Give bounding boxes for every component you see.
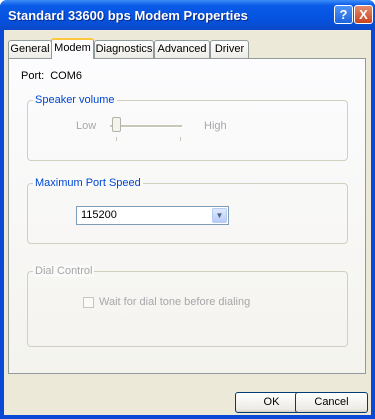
tab-advanced[interactable]: Advanced — [154, 40, 210, 58]
volume-tick-min — [116, 137, 117, 141]
dialog-body: General Modem Diagnostics Advanced Drive… — [4, 30, 371, 415]
cancel-button[interactable]: Cancel — [295, 392, 368, 413]
volume-tick-max — [180, 137, 181, 141]
help-icon: ? — [339, 7, 348, 22]
port-speed-select[interactable]: 115200 ▼ — [76, 206, 229, 225]
max-port-speed-legend: Maximum Port Speed — [33, 177, 143, 189]
tab-modem[interactable]: Modem — [51, 38, 94, 59]
dial-control-legend: Dial Control — [33, 265, 95, 277]
modem-properties-window: Standard 33600 bps Modem Properties ? X … — [0, 0, 375, 419]
title-bar[interactable]: Standard 33600 bps Modem Properties ? X — [0, 0, 375, 30]
wait-dial-tone-checkbox[interactable] — [83, 297, 94, 308]
port-label: Port: — [21, 70, 45, 82]
tab-diagnostics[interactable]: Diagnostics — [94, 40, 154, 58]
help-button[interactable]: ? — [334, 5, 353, 24]
port-row: Port: COM6 — [21, 70, 82, 82]
port-value: COM6 — [50, 70, 83, 82]
volume-low-label: Low — [76, 120, 97, 132]
volume-high-label: High — [204, 120, 227, 132]
wait-dial-tone-label[interactable]: Wait for dial tone before dialing — [99, 296, 250, 308]
speaker-volume-group: Speaker volume Low High — [27, 94, 348, 161]
speaker-volume-legend: Speaker volume — [33, 94, 117, 106]
close-button[interactable]: X — [354, 5, 373, 24]
window-title: Standard 33600 bps Modem Properties — [8, 8, 248, 23]
dial-control-group: Dial Control Wait for dial tone before d… — [27, 265, 348, 347]
modem-tab-panel: Port: COM6 Speaker volume Low High Maximu… — [8, 58, 366, 374]
port-speed-value: 115200 — [81, 209, 117, 221]
tab-general[interactable]: General — [8, 40, 52, 58]
close-icon: X — [359, 7, 368, 22]
chevron-down-icon[interactable]: ▼ — [212, 208, 227, 223]
max-port-speed-group: Maximum Port Speed 115200 ▼ — [27, 177, 348, 244]
volume-slider-thumb[interactable] — [112, 117, 121, 132]
tab-driver[interactable]: Driver — [210, 40, 249, 58]
